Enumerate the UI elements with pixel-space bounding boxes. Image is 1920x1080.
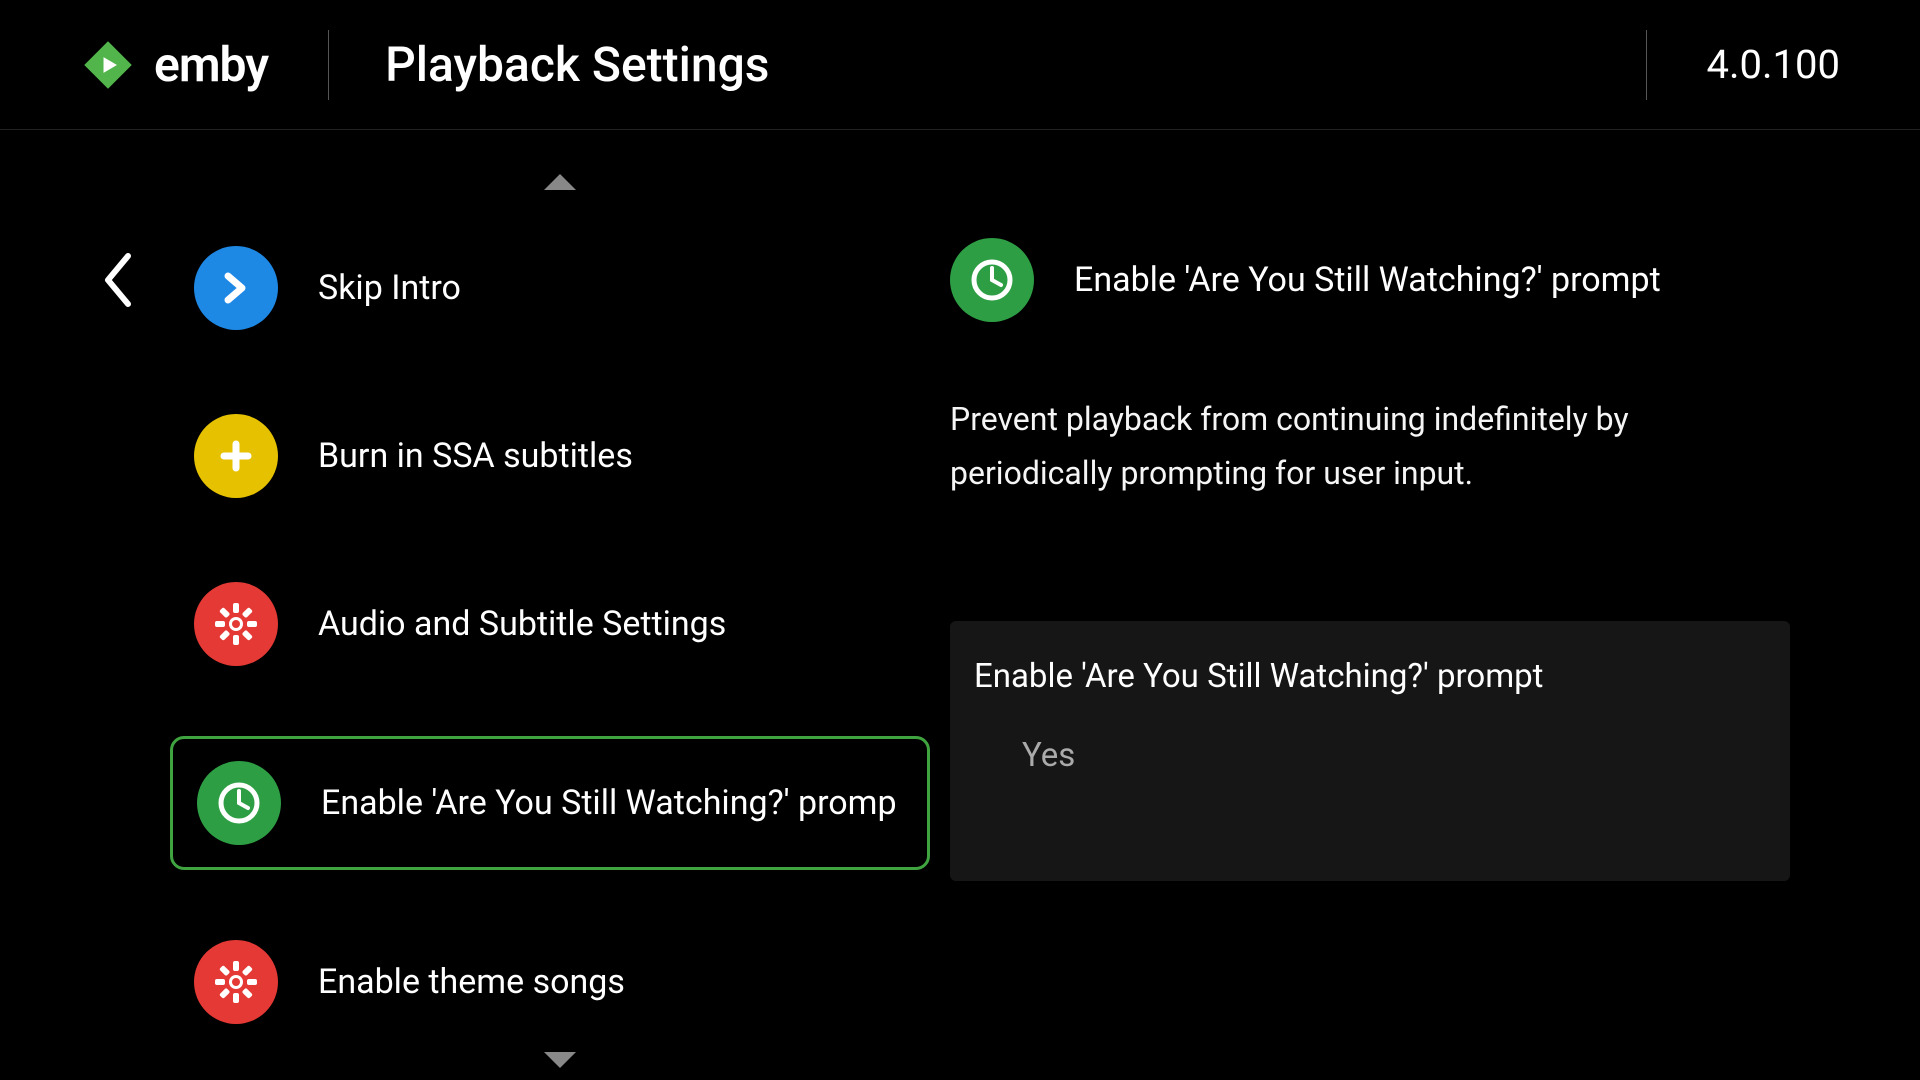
settings-menu-list: Skip Intro Burn in SSA subtitles — [170, 214, 950, 1038]
clock-icon — [197, 761, 281, 845]
menu-item-theme-songs[interactable]: Enable theme songs — [170, 926, 930, 1038]
detail-description: Prevent playback from continuing indefin… — [950, 392, 1790, 501]
version-wrap: 4.0.100 — [1646, 30, 1841, 100]
menu-item-skip-intro[interactable]: Skip Intro — [170, 232, 930, 344]
gear-icon — [194, 940, 278, 1024]
version-label: 4.0.100 — [1707, 41, 1841, 88]
detail-header: Enable 'Are You Still Watching?' prompt — [950, 238, 1790, 322]
detail-column: Enable 'Are You Still Watching?' prompt … — [950, 160, 1920, 1080]
detail-title: Enable 'Are You Still Watching?' prompt — [1074, 260, 1661, 300]
menu-item-label: Burn in SSA subtitles — [318, 436, 633, 476]
skip-forward-icon — [194, 246, 278, 330]
menu-item-label: Enable 'Are You Still Watching?' promp — [321, 783, 897, 823]
menu-item-label: Skip Intro — [318, 268, 461, 308]
header: emby Playback Settings 4.0.100 — [0, 0, 1920, 130]
plus-icon — [194, 414, 278, 498]
menu-item-still-watching[interactable]: Enable 'Are You Still Watching?' promp — [170, 736, 930, 870]
setting-value-card[interactable]: Enable 'Are You Still Watching?' prompt … — [950, 621, 1790, 881]
settings-list-column: Skip Intro Burn in SSA subtitles — [0, 160, 950, 1080]
menu-item-burn-ssa[interactable]: Burn in SSA subtitles — [170, 400, 930, 512]
setting-card-title: Enable 'Are You Still Watching?' prompt — [974, 657, 1750, 696]
logo: emby — [80, 30, 329, 100]
menu-item-audio-subtitle[interactable]: Audio and Subtitle Settings — [170, 568, 930, 680]
scroll-down-button[interactable] — [170, 1038, 950, 1080]
scroll-up-button[interactable] — [170, 160, 950, 214]
menu-item-label: Audio and Subtitle Settings — [318, 604, 726, 644]
clock-icon — [950, 238, 1034, 322]
logo-text: emby — [154, 36, 268, 93]
emby-logo-icon — [80, 37, 136, 93]
main-content: Skip Intro Burn in SSA subtitles — [0, 130, 1920, 1080]
gear-icon — [194, 582, 278, 666]
menu-item-label: Enable theme songs — [318, 962, 625, 1002]
setting-card-value: Yes — [974, 736, 1750, 775]
page-title: Playback Settings — [329, 36, 1645, 93]
back-button[interactable] — [100, 250, 136, 310]
